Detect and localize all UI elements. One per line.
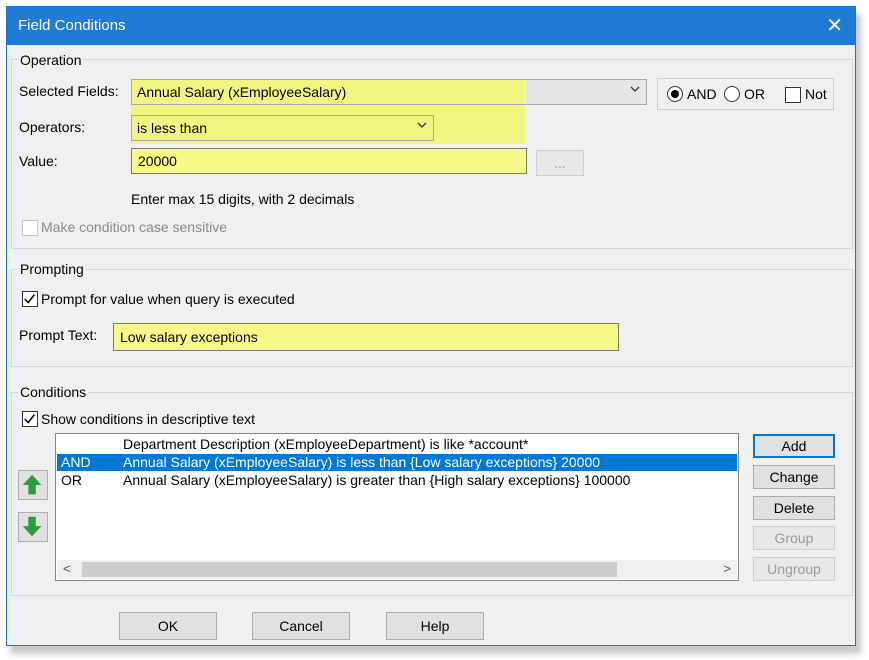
and-radio[interactable]	[667, 86, 683, 102]
condition-text: Department Description (xEmployeeDepartm…	[123, 436, 529, 452]
case-sensitive-checkbox[interactable]	[22, 220, 38, 236]
list-item[interactable]: Department Description (xEmployeeDepartm…	[57, 436, 737, 453]
ok-button[interactable]: OK	[119, 612, 217, 640]
or-label: OR	[744, 86, 765, 102]
selected-fields-label: Selected Fields:	[19, 83, 119, 99]
operators-label: Operators:	[19, 119, 86, 135]
condition-operator: OR	[61, 472, 82, 488]
selected-fields-value: Annual Salary (xEmployeeSalary)	[137, 84, 347, 100]
operators-value: is less than	[137, 120, 208, 136]
list-item[interactable]: OR Annual Salary (xEmployeeSalary) is gr…	[57, 472, 737, 489]
scroll-left-icon[interactable]: <	[63, 561, 71, 576]
case-sensitive-label: Make condition case sensitive	[41, 219, 227, 235]
list-item-selected[interactable]: AND Annual Salary (xEmployeeSalary) is l…	[57, 454, 737, 471]
scroll-right-icon[interactable]: >	[723, 561, 731, 576]
prompt-checkbox-label: Prompt for value when query is executed	[41, 291, 295, 307]
or-radio[interactable]	[724, 86, 740, 102]
value-input[interactable]: 20000	[131, 148, 527, 174]
condition-operator: AND	[61, 454, 91, 470]
change-button[interactable]: Change	[753, 465, 835, 489]
help-button[interactable]: Help	[386, 612, 484, 640]
not-label: Not	[805, 86, 827, 102]
operators-combo[interactable]: is less than	[131, 115, 434, 141]
close-icon[interactable]: ✕	[826, 13, 843, 38]
chevron-down-icon	[417, 122, 427, 128]
show-descriptive-checkbox[interactable]	[22, 411, 38, 427]
title-bar: Field Conditions ✕	[7, 7, 855, 45]
browse-button[interactable]: ...	[536, 150, 584, 176]
ungroup-button[interactable]: Ungroup	[753, 557, 835, 581]
logic-operator-box: AND OR Not	[657, 78, 834, 110]
delete-button[interactable]: Delete	[753, 496, 835, 520]
arrow-down-icon	[22, 516, 42, 537]
checkmark-icon	[24, 414, 35, 424]
chevron-down-icon	[630, 86, 640, 92]
value-hint: Enter max 15 digits, with 2 decimals	[131, 191, 355, 207]
condition-text: Annual Salary (xEmployeeSalary) is less …	[123, 454, 601, 470]
and-label: AND	[687, 86, 717, 102]
move-down-button[interactable]	[18, 512, 48, 542]
arrow-up-icon	[22, 474, 42, 495]
operation-legend: Operation	[18, 52, 84, 68]
dialog-title: Field Conditions	[18, 17, 126, 34]
condition-text: Annual Salary (xEmployeeSalary) is great…	[123, 472, 631, 488]
prompt-text-input[interactable]: Low salary exceptions	[113, 323, 619, 351]
add-button[interactable]: Add	[753, 434, 835, 458]
group-button[interactable]: Group	[753, 526, 835, 550]
value-label: Value:	[19, 153, 58, 169]
scrollbar-thumb[interactable]	[82, 562, 617, 577]
prompting-group	[11, 269, 853, 367]
conditions-list[interactable]: Department Description (xEmployeeDepartm…	[55, 433, 739, 581]
checkmark-icon	[24, 294, 35, 304]
selected-fields-combo[interactable]: Annual Salary (xEmployeeSalary)	[131, 79, 647, 105]
show-descriptive-label: Show conditions in descriptive text	[41, 411, 255, 427]
prompting-legend: Prompting	[18, 261, 86, 277]
prompt-checkbox[interactable]	[22, 291, 38, 307]
cancel-button[interactable]: Cancel	[252, 612, 350, 640]
move-up-button[interactable]	[18, 470, 48, 500]
conditions-legend: Conditions	[18, 384, 89, 400]
not-checkbox[interactable]	[785, 87, 801, 103]
horizontal-scrollbar[interactable]: < >	[57, 560, 737, 579]
field-conditions-dialog: Field Conditions ✕ Operation Selected Fi…	[6, 6, 856, 646]
prompt-text-label: Prompt Text:	[19, 327, 98, 343]
